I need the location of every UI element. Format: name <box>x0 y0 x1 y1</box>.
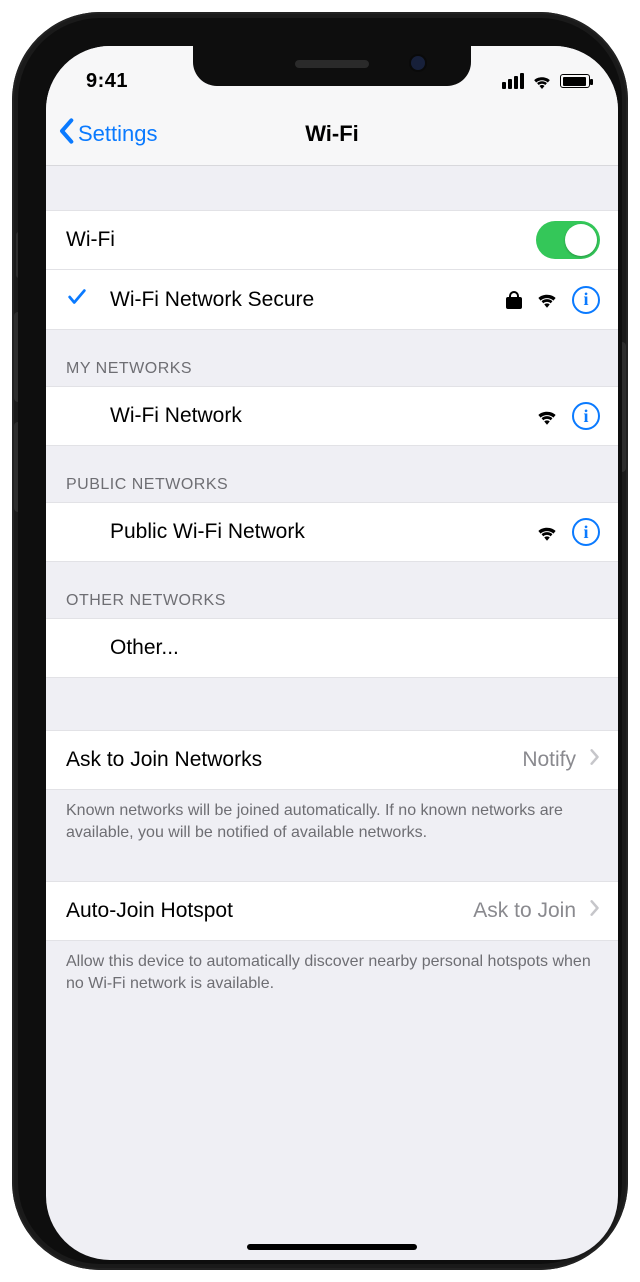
lock-icon <box>506 291 522 309</box>
wifi-status-icon <box>532 74 552 89</box>
other-network-row[interactable]: Other... <box>46 618 618 678</box>
ask-to-join-label: Ask to Join Networks <box>66 748 522 772</box>
connected-network-name: Wi-Fi Network Secure <box>110 288 506 312</box>
auto-join-hotspot-label: Auto-Join Hotspot <box>66 899 473 923</box>
network-row-my-0[interactable]: Wi-Fi Network i <box>46 386 618 446</box>
nav-bar: Settings Wi-Fi <box>46 102 618 166</box>
wifi-signal-icon <box>536 524 558 541</box>
checkmark-icon <box>66 286 88 314</box>
chevron-right-icon <box>590 899 600 923</box>
wifi-toggle-label: Wi-Fi <box>66 228 536 252</box>
info-icon[interactable]: i <box>572 402 600 430</box>
auto-join-hotspot-value: Ask to Join <box>473 899 576 923</box>
content: Wi-Fi Wi-Fi Network Secure <box>46 166 618 1260</box>
status-time: 9:41 <box>86 70 128 93</box>
back-label: Settings <box>78 121 158 147</box>
auto-join-hotspot-footer: Allow this device to automatically disco… <box>46 941 618 996</box>
network-name: Wi-Fi Network <box>110 404 536 428</box>
network-name: Public Wi-Fi Network <box>110 520 536 544</box>
wifi-signal-icon <box>536 291 558 308</box>
network-row-public-0[interactable]: Public Wi-Fi Network i <box>46 502 618 562</box>
other-label: Other... <box>110 636 600 660</box>
info-icon[interactable]: i <box>572 518 600 546</box>
chevron-right-icon <box>590 748 600 772</box>
screen: 9:41 Settings Wi-Fi <box>46 46 618 1260</box>
cellular-signal-icon <box>502 73 524 89</box>
front-camera <box>411 56 425 70</box>
ask-to-join-row[interactable]: Ask to Join Networks Notify <box>46 730 618 790</box>
ask-to-join-value: Notify <box>522 748 576 772</box>
section-header-public-networks: PUBLIC NETWORKS <box>46 446 618 502</box>
home-indicator[interactable] <box>247 1244 417 1250</box>
chevron-left-icon <box>58 117 74 151</box>
section-header-my-networks: MY NETWORKS <box>46 330 618 386</box>
ask-to-join-footer: Known networks will be joined automatica… <box>46 790 618 845</box>
auto-join-hotspot-row[interactable]: Auto-Join Hotspot Ask to Join <box>46 881 618 941</box>
phone-frame: 9:41 Settings Wi-Fi <box>12 12 628 1270</box>
notch <box>193 46 471 86</box>
battery-icon <box>560 74 590 88</box>
info-icon[interactable]: i <box>572 286 600 314</box>
back-button[interactable]: Settings <box>58 117 158 151</box>
wifi-toggle-row[interactable]: Wi-Fi <box>46 210 618 270</box>
section-header-other-networks: OTHER NETWORKS <box>46 562 618 618</box>
wifi-toggle[interactable] <box>536 221 600 259</box>
connected-network-row[interactable]: Wi-Fi Network Secure i <box>46 270 618 330</box>
speaker-grille <box>295 60 369 68</box>
wifi-signal-icon <box>536 408 558 425</box>
page-title: Wi-Fi <box>305 121 359 147</box>
